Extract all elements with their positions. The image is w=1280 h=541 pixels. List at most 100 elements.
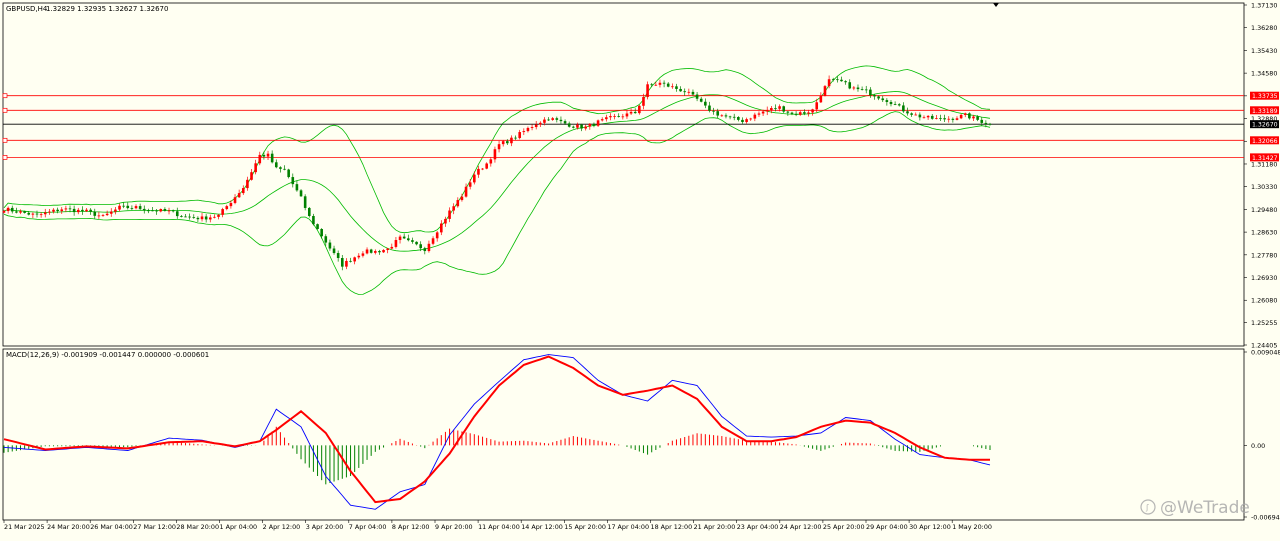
candle-body	[39, 214, 43, 216]
level-price-label: 1.33189	[1252, 108, 1278, 115]
candle-body	[349, 260, 352, 262]
level-anchor-handle[interactable]	[2, 107, 8, 113]
candle-body	[369, 249, 373, 253]
candle-body	[798, 112, 802, 115]
candle-body	[976, 116, 979, 120]
candle-body	[254, 163, 257, 173]
candle-body	[196, 217, 200, 220]
candle-body	[10, 207, 14, 212]
time-axis-label: 1 Apr 04:00	[220, 523, 258, 531]
candle-body	[650, 84, 654, 86]
candle-body	[361, 253, 365, 256]
candle[interactable]	[307, 206, 311, 218]
candle-body	[427, 243, 431, 252]
time-axis-label: 26 Mar 04:00	[90, 523, 133, 531]
candle-body	[708, 105, 711, 111]
candle-body	[56, 209, 59, 212]
candle-body	[101, 215, 105, 216]
candle-body	[786, 111, 790, 113]
time-axis-label: 3 Apr 20:00	[306, 523, 344, 531]
candle-body	[555, 118, 559, 120]
candle-body	[274, 162, 278, 168]
candle-body	[2, 211, 6, 213]
candle-body	[419, 244, 422, 249]
candle-body	[815, 102, 819, 110]
macd-axis-label: 0.009048	[1251, 349, 1280, 357]
time-axis-label: 15 Apr 20:00	[564, 523, 606, 531]
candle-body	[184, 216, 187, 218]
candle-body	[6, 207, 10, 212]
candle-body	[811, 109, 814, 113]
candle-body	[625, 113, 629, 117]
time-axis-label: 1 May 20:00	[952, 523, 992, 531]
candle-body	[407, 238, 410, 241]
price-axis-label: 1.37130	[1251, 2, 1277, 10]
candle-body	[836, 79, 839, 81]
time-axis-label: 14 Apr 12:00	[521, 523, 563, 531]
candle-body	[423, 248, 427, 252]
time-axis-label: 28 Mar 20:00	[176, 523, 219, 531]
candle-body	[456, 200, 460, 207]
candle-body	[464, 186, 468, 197]
candle-body	[390, 246, 394, 249]
candle-body	[225, 206, 229, 210]
candle-body	[477, 168, 480, 175]
candle-body	[114, 209, 117, 212]
level-anchor-handle[interactable]	[2, 93, 8, 99]
level-anchor-handle[interactable]	[2, 155, 8, 160]
candle-body	[955, 118, 959, 120]
price-axis-label: 1.26930	[1251, 274, 1277, 282]
candle-body	[526, 127, 530, 132]
candle-body	[68, 208, 72, 210]
candle-body	[510, 137, 513, 144]
candle-body	[646, 84, 649, 98]
candle-body	[200, 216, 204, 220]
candle-body	[283, 168, 286, 170]
chart-canvas[interactable]: 1.371301.362801.354301.345801.337301.328…	[0, 0, 1280, 536]
time-axis-label: 21 Apr 20:00	[694, 523, 736, 531]
candle-body	[724, 115, 728, 117]
candle-body	[939, 118, 942, 119]
candle-body	[935, 118, 938, 119]
candle-body	[138, 206, 142, 209]
candle-body	[778, 106, 781, 109]
candle-body	[171, 210, 175, 212]
level-anchor-handle[interactable]	[2, 137, 8, 143]
candle-body	[514, 137, 517, 139]
candle[interactable]	[303, 194, 307, 211]
candle-body	[444, 218, 447, 224]
candle-body	[64, 208, 68, 210]
candle-body	[60, 209, 64, 212]
trading-chart[interactable]: 1.371301.362801.354301.345801.337301.328…	[0, 0, 1280, 536]
candle-body	[902, 105, 905, 112]
candle-body	[415, 241, 418, 245]
candle-body	[180, 216, 183, 217]
candle-body	[943, 118, 946, 120]
candle-body	[468, 182, 472, 187]
candle[interactable]	[823, 85, 827, 97]
price-axis-label: 1.25255	[1251, 319, 1277, 327]
candle-body	[43, 212, 47, 215]
candle-body	[324, 236, 328, 243]
candle-body	[233, 197, 237, 203]
time-axis-label: 23 Apr 04:00	[737, 523, 779, 531]
candle-body	[968, 113, 971, 119]
chart-background	[0, 0, 1280, 536]
candle-body	[547, 119, 550, 121]
candle-body	[819, 95, 823, 103]
candle-body	[151, 210, 154, 212]
candle-body	[48, 211, 51, 213]
candle[interactable]	[316, 223, 319, 230]
time-axis-label: 8 Apr 12:00	[392, 523, 430, 531]
candle-body	[122, 205, 125, 207]
candle-body	[662, 82, 666, 84]
candle-body	[147, 210, 150, 212]
candle-body	[840, 79, 843, 82]
candle[interactable]	[287, 168, 290, 179]
candle-body	[588, 123, 592, 127]
candle-body	[386, 248, 389, 251]
candle-body	[473, 174, 476, 183]
candle-body	[951, 118, 955, 120]
price-axis-label: 1.36280	[1251, 24, 1277, 32]
time-axis-label: 18 Apr 12:00	[651, 523, 693, 531]
